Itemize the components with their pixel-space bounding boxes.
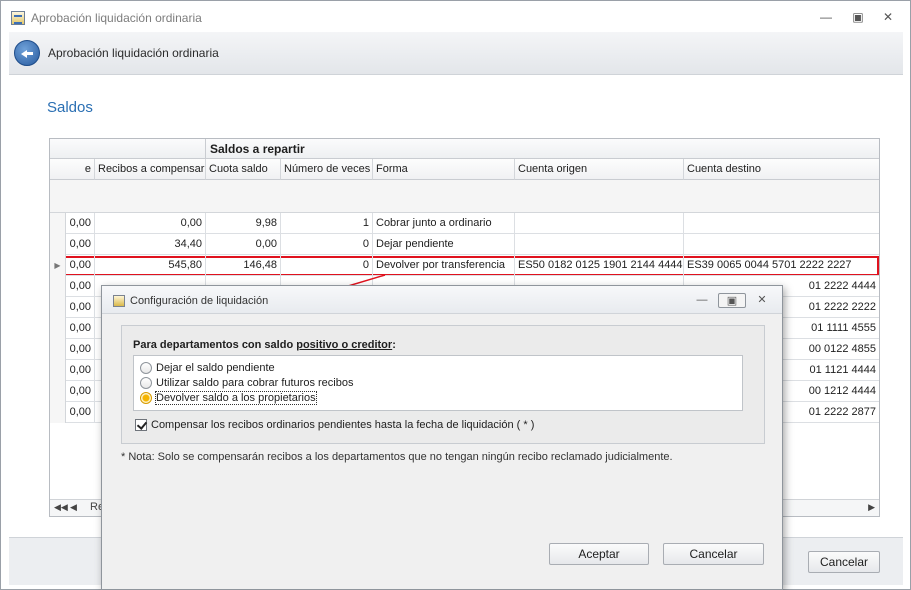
title-bar: Aprobación liquidación ordinaria — ▣ ✕	[1, 1, 910, 31]
back-arrow-icon[interactable]	[14, 40, 40, 66]
scroll-right-icon[interactable]: ▶	[868, 502, 875, 513]
table-cell[interactable]	[515, 234, 684, 255]
table-cell[interactable]: 0	[281, 255, 373, 276]
filter-row[interactable]	[50, 180, 879, 213]
dialog-cancel-button[interactable]: Cancelar	[663, 543, 764, 565]
footer-cancel-button[interactable]: Cancelar	[808, 551, 880, 573]
row-indicator[interactable]	[50, 381, 66, 402]
table-cell[interactable]: 545,80	[95, 255, 206, 276]
maximize-icon[interactable]: ▣	[848, 9, 868, 25]
col-header-cuota[interactable]: Cuota saldo	[206, 159, 281, 180]
band-header: Saldos a repartir	[50, 139, 879, 159]
table-cell[interactable]: 0,00	[66, 234, 95, 255]
radio-return-to-owners[interactable]	[140, 392, 152, 404]
table-cell[interactable]: 146,48	[206, 255, 281, 276]
row-indicator[interactable]	[50, 402, 66, 423]
dialog-restore-icon[interactable]: ▣	[718, 293, 746, 308]
dialog-minimize-icon[interactable]: —	[694, 293, 710, 308]
table-cell[interactable]	[684, 213, 879, 234]
group-title: Para departamentos con saldo positivo o …	[133, 339, 396, 351]
table-cell[interactable]: 0,00	[66, 402, 95, 423]
dialog-title-bar: Configuración de liquidación — ▣ ✕	[102, 286, 782, 314]
dialog-note: * Nota: Solo se compensarán recibos a lo…	[121, 451, 673, 463]
table-cell[interactable]: 0,00	[66, 339, 95, 360]
col-header-cuenta-destino[interactable]: Cuenta destino	[684, 159, 879, 180]
radio-future-receipts-label[interactable]: Utilizar saldo para cobrar futuros recib…	[156, 377, 353, 389]
section-title: Saldos	[47, 99, 93, 116]
table-cell[interactable]	[684, 234, 879, 255]
table-cell[interactable]: 0,00	[95, 213, 206, 234]
row-indicator[interactable]	[50, 318, 66, 339]
table-cell[interactable]: Devolver por transferencia	[373, 255, 515, 276]
radio-leave-pending[interactable]	[140, 362, 152, 374]
positive-balance-group: Para departamentos con saldo positivo o …	[121, 325, 765, 444]
compensate-checkbox[interactable]	[135, 419, 147, 431]
close-icon[interactable]: ✕	[878, 9, 898, 25]
table-cell[interactable]: 9,98	[206, 213, 281, 234]
header-bar: Aprobación liquidación ordinaria	[9, 32, 903, 75]
row-indicator[interactable]	[50, 297, 66, 318]
window-title: Aprobación liquidación ordinaria	[31, 11, 202, 25]
col-header-cuenta-origen[interactable]: Cuenta origen	[515, 159, 684, 180]
col-header-forma[interactable]: Forma	[373, 159, 515, 180]
row-indicator[interactable]: ▶	[50, 255, 66, 276]
table-cell[interactable]: Dejar pendiente	[373, 234, 515, 255]
app-icon	[11, 11, 25, 25]
band-title: Saldos a repartir	[210, 142, 305, 156]
radio-return-to-owners-label[interactable]: Devolver saldo a los propietarios	[155, 391, 317, 405]
col-header-e[interactable]: e	[50, 159, 95, 180]
col-header-veces[interactable]: Número de veces	[281, 159, 373, 180]
dialog-title: Configuración de liquidación	[130, 295, 269, 307]
table-cell[interactable]: ES39 0065 0044 5701 2222 2227	[684, 255, 879, 276]
table-cell[interactable]: 0,00	[66, 360, 95, 381]
table-cell[interactable]: 1	[281, 213, 373, 234]
compensate-checkbox-label[interactable]: Compensar los recibos ordinarios pendien…	[151, 419, 534, 431]
table-cell[interactable]: 0,00	[66, 318, 95, 339]
radio-future-receipts[interactable]	[140, 377, 152, 389]
table-cell[interactable]: 34,40	[95, 234, 206, 255]
col-header-recibos[interactable]: Recibos a compensar	[95, 159, 206, 180]
minimize-icon[interactable]: —	[816, 9, 836, 25]
table-cell[interactable]: 0,00	[66, 297, 95, 318]
table-cell[interactable]: 0,00	[66, 213, 95, 234]
previous-record-icon[interactable]: ◀	[70, 502, 77, 513]
table-cell[interactable]	[515, 213, 684, 234]
table-cell[interactable]: 0,00	[66, 381, 95, 402]
row-indicator[interactable]	[50, 234, 66, 255]
row-indicator[interactable]	[50, 360, 66, 381]
table-cell[interactable]: 0,00	[66, 276, 95, 297]
header-title: Aprobación liquidación ordinaria	[48, 46, 219, 60]
table-cell[interactable]: 0	[281, 234, 373, 255]
dialog-app-icon	[113, 295, 125, 307]
first-record-icon[interactable]: ◀◀	[54, 502, 68, 513]
table-cell[interactable]: Cobrar junto a ordinario	[373, 213, 515, 234]
dialog-close-icon[interactable]: ✕	[754, 293, 770, 308]
radio-leave-pending-label[interactable]: Dejar el saldo pendiente	[156, 362, 275, 374]
table-cell[interactable]: 0,00	[206, 234, 281, 255]
row-indicator[interactable]	[50, 339, 66, 360]
table-cell[interactable]: 0,00	[66, 255, 95, 276]
accept-button[interactable]: Aceptar	[549, 543, 649, 565]
balance-options: Dejar el saldo pendiente Utilizar saldo …	[133, 355, 743, 411]
row-indicator[interactable]	[50, 213, 66, 234]
liquidation-config-dialog: Configuración de liquidación — ▣ ✕ Para …	[101, 285, 783, 590]
table-cell[interactable]: ES50 0182 0125 1901 2144 4444	[515, 255, 684, 276]
row-indicator[interactable]	[50, 276, 66, 297]
